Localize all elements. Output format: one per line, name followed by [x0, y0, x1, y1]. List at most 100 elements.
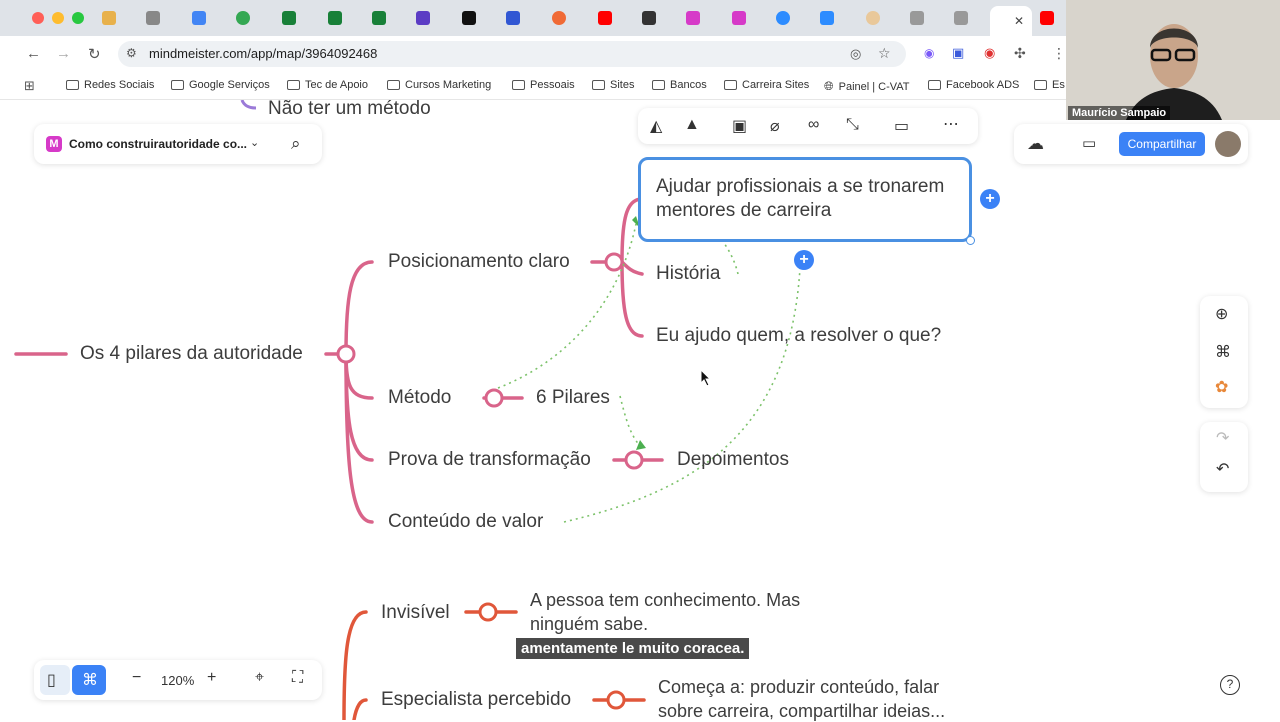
fit-screen-icon[interactable]: ⛶ [292, 669, 303, 687]
fill-color-icon[interactable]: ◭ [650, 116, 662, 136]
attachment-icon[interactable]: ⌀ [770, 116, 780, 136]
share-button[interactable]: Compartilhar [1119, 132, 1205, 156]
node-proof[interactable]: Prova de transformação [388, 449, 591, 471]
redo-icon[interactable]: ↷ [1216, 428, 1229, 448]
add-circle-icon[interactable]: ⊕ [1215, 304, 1228, 324]
node-invisible-desc-2[interactable]: ninguém sabe. [530, 614, 648, 635]
bookmark-label: Es [1052, 79, 1065, 91]
node-perceived[interactable]: Especialista percebido [381, 689, 571, 711]
browser-tab[interactable] [276, 6, 314, 30]
zoom-out-icon[interactable]: − [132, 669, 141, 687]
resize-handle[interactable] [966, 236, 975, 245]
add-child-icon[interactable]: + [794, 250, 814, 270]
bookmark-folder[interactable]: Tec de Apoio [287, 79, 368, 91]
browser-tab[interactable] [366, 6, 404, 30]
reload-icon[interactable]: ↻ [88, 45, 101, 63]
browser-tab[interactable] [410, 6, 448, 30]
browser-tab[interactable] [186, 6, 224, 30]
node-perceived-desc-2[interactable]: sobre carreira, compartilhar ideias... [658, 701, 945, 722]
bookmark-folder[interactable]: Cursos Marketing [387, 79, 491, 91]
node-positioning[interactable]: Posicionamento claro [388, 251, 570, 273]
participant-video [1066, 0, 1280, 120]
bookmark-link[interactable]: 🌐︎ Painel | C-VAT [824, 79, 910, 94]
avatar[interactable] [1215, 131, 1241, 157]
palette-icon[interactable]: ✿ [1215, 377, 1228, 397]
url-text[interactable]: mindmeister.com/app/map/3964092468 [149, 46, 377, 61]
puzzle-icon[interactable]: ✣ [1014, 45, 1026, 62]
bookmark-star-icon[interactable]: ☆ [878, 45, 891, 62]
minimize-window-button[interactable] [52, 12, 64, 24]
node-i-help[interactable]: Eu ajudo quem, a resolver o que? [656, 325, 941, 347]
browser-tab[interactable] [680, 6, 718, 30]
node-perceived-desc-1[interactable]: Começa a: produzir conteúdo, falar [658, 677, 939, 698]
video-caption: amentamente le muito coracea. [516, 638, 750, 659]
node-testimonials[interactable]: Depoimentos [677, 449, 789, 471]
extension-icon[interactable]: ◉ [984, 45, 995, 61]
bookmark-folder[interactable]: Es [1034, 79, 1065, 91]
forward-icon[interactable]: → [56, 45, 71, 62]
bookmark-label: Bancos [670, 79, 707, 91]
browser-tab-active[interactable]: ✕ [990, 6, 1032, 36]
eye-off-icon[interactable]: ◎ [850, 46, 861, 62]
browser-tab[interactable] [456, 6, 494, 30]
chevron-down-icon[interactable]: ⌄ [250, 136, 259, 149]
browser-tab[interactable] [592, 6, 630, 30]
apps-grid-icon[interactable]: ⊞ [24, 78, 35, 94]
cloud-upload-icon[interactable]: ☁ [1027, 134, 1044, 154]
layout-icon[interactable]: ⌘ [1215, 342, 1231, 362]
map-title[interactable]: Como construirautoridade co... [69, 137, 247, 151]
browser-tab[interactable] [322, 6, 360, 30]
more-options-icon[interactable]: ⋯ [943, 114, 959, 134]
browser-tab[interactable] [140, 6, 178, 30]
browser-tab[interactable] [904, 6, 942, 30]
browser-tab[interactable] [230, 6, 268, 30]
bookmark-folder[interactable]: Bancos [652, 79, 707, 91]
browser-tab[interactable] [726, 6, 764, 30]
browser-tab[interactable] [860, 6, 898, 30]
partial-node[interactable]: Não ter um método [268, 98, 431, 120]
node-invisible-desc-1[interactable]: A pessoa tem conhecimento. Mas [530, 590, 800, 611]
browser-tab[interactable] [770, 6, 808, 30]
node-content[interactable]: Conteúdo de valor [388, 511, 543, 533]
bookmark-folder[interactable]: Redes Sociais [66, 79, 154, 91]
zoom-window-button[interactable] [72, 12, 84, 24]
node-invisible[interactable]: Invisível [381, 602, 450, 624]
search-icon[interactable]: ⌕ [291, 134, 301, 154]
browser-tab[interactable] [500, 6, 538, 30]
menu-icon[interactable]: ⋮ [1052, 45, 1066, 62]
extension-icon[interactable]: ▣ [952, 45, 964, 61]
undo-icon[interactable]: ↶ [1216, 459, 1229, 479]
center-map-icon[interactable]: ⌖ [255, 669, 264, 687]
zoom-level[interactable]: 120% [161, 673, 194, 688]
image-icon[interactable]: ▣ [732, 116, 747, 136]
presentation-icon[interactable]: ▭ [1082, 134, 1096, 152]
node-method[interactable]: Método [388, 387, 451, 409]
add-sibling-icon[interactable]: + [980, 189, 1000, 209]
zoom-in-icon[interactable]: + [207, 669, 216, 687]
close-window-button[interactable] [32, 12, 44, 24]
back-icon[interactable]: ← [26, 45, 41, 62]
bookmark-folder[interactable]: Carreira Sites [724, 79, 809, 91]
browser-tab[interactable] [948, 6, 986, 30]
comment-icon[interactable]: ▭ [894, 116, 909, 136]
help-icon[interactable]: ? [1220, 675, 1240, 695]
connect-icon[interactable]: ⤡ [846, 116, 859, 134]
browser-tab[interactable] [814, 6, 852, 30]
text-color-icon[interactable]: ▲ [684, 116, 700, 134]
close-tab-icon[interactable]: ✕ [1014, 14, 1024, 28]
browser-tab[interactable] [546, 6, 584, 30]
node-history[interactable]: História [656, 263, 720, 285]
extension-icon[interactable]: ◉ [924, 46, 934, 60]
browser-tab[interactable] [636, 6, 674, 30]
link-icon[interactable]: ∞ [808, 116, 819, 134]
site-settings-icon[interactable]: ⚙ [126, 46, 137, 60]
mouse-cursor-icon [700, 369, 712, 387]
root-node[interactable]: Os 4 pilares da autoridade [80, 343, 303, 365]
node-pillars[interactable]: 6 Pilares [536, 387, 610, 409]
bookmark-folder[interactable]: Sites [592, 79, 634, 91]
bookmark-folder[interactable]: Facebook ADS [928, 79, 1019, 91]
bookmark-folder[interactable]: Pessoais [512, 79, 575, 91]
bookmark-folder[interactable]: Google Serviços [171, 79, 270, 91]
browser-tab[interactable] [96, 6, 134, 30]
branch-line-proof [344, 352, 374, 462]
